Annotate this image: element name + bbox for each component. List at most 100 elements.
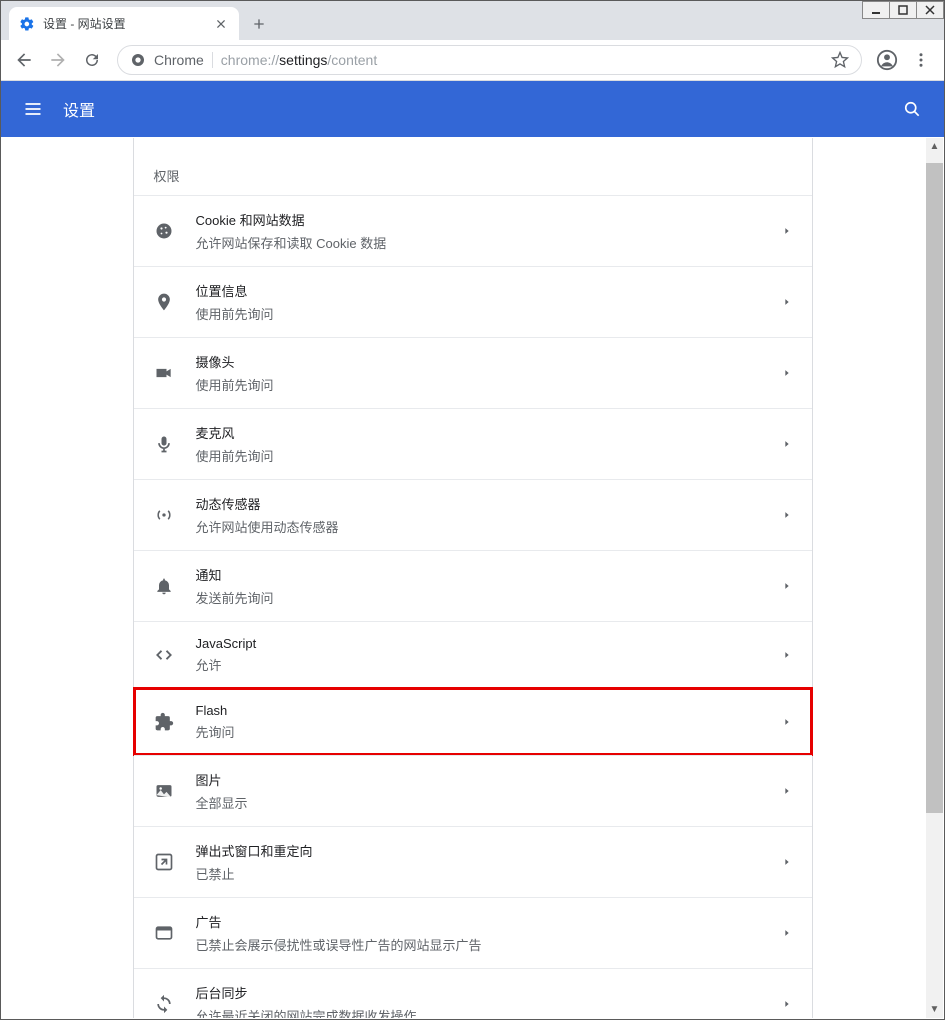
omnibox-chip: Chrome <box>154 52 204 68</box>
plugin-icon <box>154 712 174 732</box>
row-title: 摄像头 <box>196 352 782 371</box>
row-title: 后台同步 <box>196 983 782 1002</box>
row-subtitle: 使用前先询问 <box>196 446 782 465</box>
chevron-right-icon <box>782 226 792 236</box>
row-text: 麦克风使用前先询问 <box>196 423 782 465</box>
row-subtitle: 允许网站使用动态传感器 <box>196 517 782 536</box>
row-text: 摄像头使用前先询问 <box>196 352 782 394</box>
settings-title: 设置 <box>63 97 95 121</box>
popup-icon <box>154 852 174 872</box>
image-icon <box>154 781 174 801</box>
setting-row-popup[interactable]: 弹出式窗口和重定向已禁止 <box>134 826 812 897</box>
settings-header: 设置 <box>1 81 944 137</box>
content-viewport: 权限 Cookie 和网站数据允许网站保存和读取 Cookie 数据位置信息使用… <box>2 138 943 1018</box>
row-text: Flash 先询问 <box>196 703 782 741</box>
browser-tab[interactable]: 设置 - 网站设置 <box>9 7 239 40</box>
row-subtitle: 已禁止会展示侵扰性或误导性广告的网站显示广告 <box>196 935 782 954</box>
setting-row-location[interactable]: 位置信息使用前先询问 <box>134 266 812 337</box>
ads-icon <box>154 923 174 943</box>
chevron-right-icon <box>782 786 792 796</box>
minimize-button[interactable] <box>862 1 890 19</box>
maximize-button[interactable] <box>889 1 917 19</box>
scrollbar-thumb[interactable] <box>926 163 943 813</box>
row-text: JavaScript 允许 <box>196 636 782 674</box>
row-subtitle: 使用前先询问 <box>196 375 782 394</box>
row-text: 位置信息使用前先询问 <box>196 281 782 323</box>
chevron-right-icon <box>782 368 792 378</box>
chevron-right-icon <box>782 297 792 307</box>
profile-button[interactable] <box>872 45 902 75</box>
gear-icon <box>19 16 35 32</box>
hamburger-menu-icon[interactable] <box>21 97 45 121</box>
row-text: 图片全部显示 <box>196 770 782 812</box>
new-tab-button[interactable] <box>245 10 273 38</box>
row-subtitle: 使用前先询问 <box>196 304 782 323</box>
mic-icon <box>154 434 174 454</box>
location-icon <box>154 292 174 312</box>
setting-row-cookie[interactable]: Cookie 和网站数据允许网站保存和读取 Cookie 数据 <box>134 195 812 266</box>
setting-row-image[interactable]: 图片全部显示 <box>134 755 812 826</box>
setting-row-camera[interactable]: 摄像头使用前先询问 <box>134 337 812 408</box>
row-text: 通知发送前先询问 <box>196 565 782 607</box>
row-title: Cookie 和网站数据 <box>196 210 782 229</box>
code-icon <box>154 645 174 665</box>
chevron-right-icon <box>782 581 792 591</box>
chevron-right-icon <box>782 999 792 1009</box>
close-window-button[interactable] <box>916 1 944 19</box>
row-text: Cookie 和网站数据允许网站保存和读取 Cookie 数据 <box>196 210 782 252</box>
setting-row-bell[interactable]: 通知发送前先询问 <box>134 550 812 621</box>
scroll-up-arrow[interactable]: ▲ <box>926 138 943 155</box>
row-title: 动态传感器 <box>196 494 782 513</box>
chevron-right-icon <box>782 439 792 449</box>
row-title: 通知 <box>196 565 782 584</box>
permissions-card: 权限 Cookie 和网站数据允许网站保存和读取 Cookie 数据位置信息使用… <box>133 138 813 1018</box>
setting-row-motion[interactable]: 动态传感器允许网站使用动态传感器 <box>134 479 812 550</box>
row-subtitle: 允许最近关闭的网站完成数据收发操作 <box>196 1006 782 1018</box>
back-button[interactable] <box>9 45 39 75</box>
overflow-menu-button[interactable] <box>906 45 936 75</box>
row-subtitle: 允许网站保存和读取 Cookie 数据 <box>196 233 782 252</box>
row-title: JavaScript <box>196 636 782 651</box>
setting-row-code[interactable]: JavaScript 允许 <box>134 621 812 688</box>
row-title: Flash <box>196 703 782 718</box>
setting-row-ads[interactable]: 广告已禁止会展示侵扰性或误导性广告的网站显示广告 <box>134 897 812 968</box>
browser-toolbar: Chrome chrome://settings/content <box>1 40 944 81</box>
close-tab-icon[interactable] <box>213 16 229 32</box>
row-subtitle: 已禁止 <box>196 864 782 883</box>
scroll-area: 权限 Cookie 和网站数据允许网站保存和读取 Cookie 数据位置信息使用… <box>2 138 943 1018</box>
cookie-icon <box>154 221 174 241</box>
chevron-right-icon <box>782 928 792 938</box>
row-subtitle: 允许 <box>196 655 782 674</box>
chevron-right-icon <box>782 650 792 660</box>
sync-icon <box>154 994 174 1014</box>
omnibox-divider <box>212 52 213 68</box>
row-subtitle: 先询问 <box>196 722 782 741</box>
section-title: 权限 <box>134 138 812 195</box>
tab-title: 设置 - 网站设置 <box>43 15 213 32</box>
address-bar[interactable]: Chrome chrome://settings/content <box>117 45 862 75</box>
window-controls <box>863 1 944 19</box>
row-title: 弹出式窗口和重定向 <box>196 841 782 860</box>
camera-icon <box>154 363 174 383</box>
bookmark-star-icon[interactable] <box>831 51 849 69</box>
row-title: 麦克风 <box>196 423 782 442</box>
bell-icon <box>154 576 174 596</box>
search-icon[interactable] <box>900 97 924 121</box>
row-text: 弹出式窗口和重定向已禁止 <box>196 841 782 883</box>
scroll-down-arrow[interactable]: ▼ <box>926 1001 943 1018</box>
chevron-right-icon <box>782 510 792 520</box>
setting-row-plugin[interactable]: Flash 先询问 <box>134 688 812 755</box>
browser-window: 设置 - 网站设置 Chrome chrome://settings/con <box>0 0 945 1020</box>
row-text: 动态传感器允许网站使用动态传感器 <box>196 494 782 536</box>
reload-button[interactable] <box>77 45 107 75</box>
forward-button[interactable] <box>43 45 73 75</box>
motion-icon <box>154 505 174 525</box>
chevron-right-icon <box>782 717 792 727</box>
setting-row-sync[interactable]: 后台同步允许最近关闭的网站完成数据收发操作 <box>134 968 812 1018</box>
row-title: 广告 <box>196 912 782 931</box>
chrome-icon <box>130 52 146 68</box>
chevron-right-icon <box>782 857 792 867</box>
setting-row-mic[interactable]: 麦克风使用前先询问 <box>134 408 812 479</box>
row-subtitle: 发送前先询问 <box>196 588 782 607</box>
row-subtitle: 全部显示 <box>196 793 782 812</box>
